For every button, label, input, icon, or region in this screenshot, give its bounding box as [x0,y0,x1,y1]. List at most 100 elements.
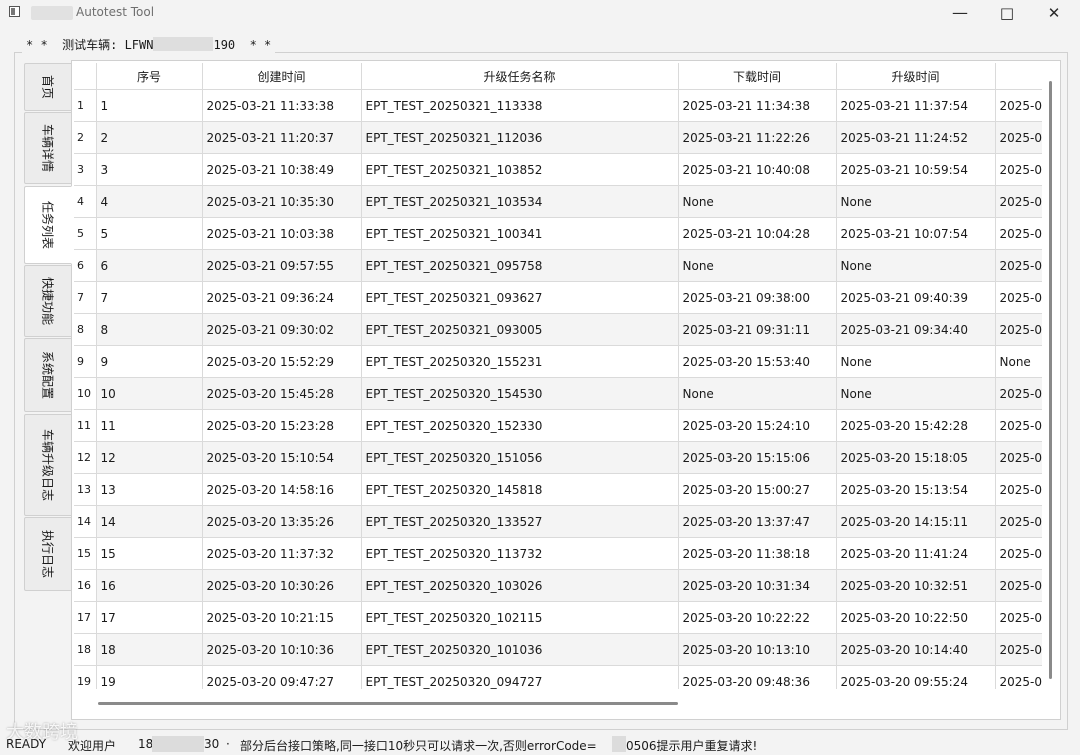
table-cell[interactable]: 2 [96,121,203,154]
table-cell[interactable]: None [836,345,996,378]
table-row[interactable]: 15 15 2025-03-20 11:37:32 EPT_TEST_20250320… [74,537,1042,570]
tab-execution-log[interactable]: 执行日志 [24,517,72,591]
row-number[interactable]: 13 [74,473,97,506]
table-row[interactable]: 9 9 2025-03-20 15:52:29 EPT_TEST_20250320_1… [74,345,1042,378]
column-header[interactable]: 升级时间 [836,63,996,90]
table-cell[interactable]: 2025-03-21 11:20:37 [202,121,362,154]
table-cell[interactable]: 2025-03-20 14:58:16 [202,473,362,506]
row-number[interactable]: 4 [74,185,97,218]
table-cell[interactable]: 2025-03-20 15:15:06 [678,441,837,474]
table-cell[interactable]: EPT_TEST_20250320_151056 [361,441,679,474]
minimize-button[interactable]: — [937,0,983,26]
table-cell[interactable]: 17 [96,601,203,634]
table-cell[interactable]: 2025-03-21 09:30:02 [202,313,362,346]
table-cell[interactable]: 2025-03-21 11:34:38 [678,89,837,122]
table-cell[interactable]: 2025-03-20 10:22:50 [836,601,996,634]
table-cell[interactable]: 5 [96,217,203,250]
row-number[interactable]: 2 [74,121,97,154]
table-cell[interactable]: 2025-0 [995,121,1042,154]
table-cell[interactable]: 2025-03-21 10:38:49 [202,153,362,186]
table-cell[interactable]: 2025-03-20 09:55:24 [836,665,996,689]
table-cell[interactable]: 2025-03-21 10:04:28 [678,217,837,250]
tab-home[interactable]: 首页 [24,63,72,111]
table-cell[interactable]: EPT_TEST_20250320_155231 [361,345,679,378]
table-cell[interactable]: EPT_TEST_20250320_102115 [361,601,679,634]
table-cell[interactable]: 2025-03-21 10:59:54 [836,153,996,186]
table-cell[interactable]: 2025-03-20 15:13:54 [836,473,996,506]
table-cell[interactable]: 2025-03-20 15:53:40 [678,345,837,378]
row-number[interactable]: 6 [74,249,97,282]
table-cell[interactable]: None [678,185,837,218]
table-cell[interactable]: 2025-03-21 10:03:38 [202,217,362,250]
table-cell[interactable]: EPT_TEST_20250320_113732 [361,537,679,570]
table-cell[interactable]: 15 [96,537,203,570]
row-number[interactable]: 8 [74,313,97,346]
table-cell[interactable]: 2025-03-21 10:40:08 [678,153,837,186]
table-cell[interactable]: EPT_TEST_20250320_133527 [361,505,679,538]
row-number[interactable]: 17 [74,601,97,634]
table-cell[interactable]: None [678,377,837,410]
maximize-button[interactable]: □ [984,0,1030,26]
table-cell[interactable]: 2025-0 [995,185,1042,218]
column-header[interactable]: 下载时间 [678,63,837,90]
table-row[interactable]: 14 14 2025-03-20 13:35:26 EPT_TEST_20250320… [74,505,1042,538]
table-row[interactable]: 13 13 2025-03-20 14:58:16 EPT_TEST_20250320… [74,473,1042,506]
table-cell[interactable]: 2025-0 [995,409,1042,442]
column-header[interactable]: 升级任务名称 [361,63,679,90]
table-cell[interactable]: EPT_TEST_20250320_094727 [361,665,679,689]
table-cell[interactable]: 2025-03-20 15:23:28 [202,409,362,442]
table-cell[interactable]: 3 [96,153,203,186]
table-row[interactable]: 7 7 2025-03-21 09:36:24 EPT_TEST_20250321_0… [74,281,1042,314]
table-cell[interactable]: None [678,249,837,282]
table-cell[interactable]: 2025-03-21 10:07:54 [836,217,996,250]
table-cell[interactable]: 12 [96,441,203,474]
table-cell[interactable]: 2025-03-21 10:35:30 [202,185,362,218]
table-cell[interactable]: 2025-03-20 11:37:32 [202,537,362,570]
table-cell[interactable]: EPT_TEST_20250320_145818 [361,473,679,506]
table-row[interactable]: 5 5 2025-03-21 10:03:38 EPT_TEST_20250321_1… [74,217,1042,250]
table-cell[interactable]: 2025-03-21 09:31:11 [678,313,837,346]
table-cell[interactable]: 1 [96,89,203,122]
table-cell[interactable]: EPT_TEST_20250320_154530 [361,377,679,410]
table-row[interactable]: 12 12 2025-03-20 15:10:54 EPT_TEST_20250320… [74,441,1042,474]
table-cell[interactable]: 2025-03-20 10:32:51 [836,569,996,602]
column-header[interactable]: 序号 [96,63,203,90]
table-cell[interactable]: 2025-0 [995,633,1042,666]
table-cell[interactable]: 2025-0 [995,473,1042,506]
table-cell[interactable]: EPT_TEST_20250321_103534 [361,185,679,218]
tab-quick-functions[interactable]: 快捷功能 [24,265,72,337]
row-number[interactable]: 15 [74,537,97,570]
table-row[interactable]: 18 18 2025-03-20 10:10:36 EPT_TEST_20250320… [74,633,1042,666]
row-number[interactable]: 10 [74,377,97,410]
table-cell[interactable]: EPT_TEST_20250321_095758 [361,249,679,282]
table-row[interactable]: 17 17 2025-03-20 10:21:15 EPT_TEST_20250320… [74,601,1042,634]
table-cell[interactable]: 2025-03-21 09:34:40 [836,313,996,346]
table-cell[interactable]: 2025-03-21 09:36:24 [202,281,362,314]
table-cell[interactable]: 2025-0 [995,153,1042,186]
table-row[interactable]: 10 10 2025-03-20 15:45:28 EPT_TEST_20250320… [74,377,1042,410]
table-cell[interactable]: 2025-0 [995,313,1042,346]
row-number[interactable]: 14 [74,505,97,538]
table-cell[interactable]: 2025-03-21 09:38:00 [678,281,837,314]
table-cell[interactable]: 10 [96,377,203,410]
table-cell[interactable]: 2025-03-20 09:48:36 [678,665,837,689]
table-cell[interactable]: EPT_TEST_20250321_100341 [361,217,679,250]
table-cell[interactable]: EPT_TEST_20250321_112036 [361,121,679,154]
table-cell[interactable]: 19 [96,665,203,689]
table-cell[interactable]: 2025-03-21 11:22:26 [678,121,837,154]
table-cell[interactable]: 2025-03-20 15:45:28 [202,377,362,410]
table-cell[interactable]: EPT_TEST_20250321_093627 [361,281,679,314]
table-cell[interactable]: 2025-0 [995,665,1042,689]
table-cell[interactable]: 2025-03-20 15:42:28 [836,409,996,442]
row-number[interactable]: 9 [74,345,97,378]
table-cell[interactable]: 2025-03-20 15:18:05 [836,441,996,474]
table-cell[interactable]: 2025-03-20 09:47:27 [202,665,362,689]
table-cell[interactable]: 18 [96,633,203,666]
table-cell[interactable]: None [836,185,996,218]
table-cell[interactable]: 16 [96,569,203,602]
table-row[interactable]: 1 1 2025-03-21 11:33:38 EPT_TEST_20250321_1… [74,89,1042,122]
table-cell[interactable]: 2025-03-20 15:00:27 [678,473,837,506]
vertical-scrollbar[interactable] [1042,63,1058,689]
table-row[interactable]: 19 19 2025-03-20 09:47:27 EPT_TEST_20250320… [74,665,1042,689]
row-number[interactable]: 3 [74,153,97,186]
